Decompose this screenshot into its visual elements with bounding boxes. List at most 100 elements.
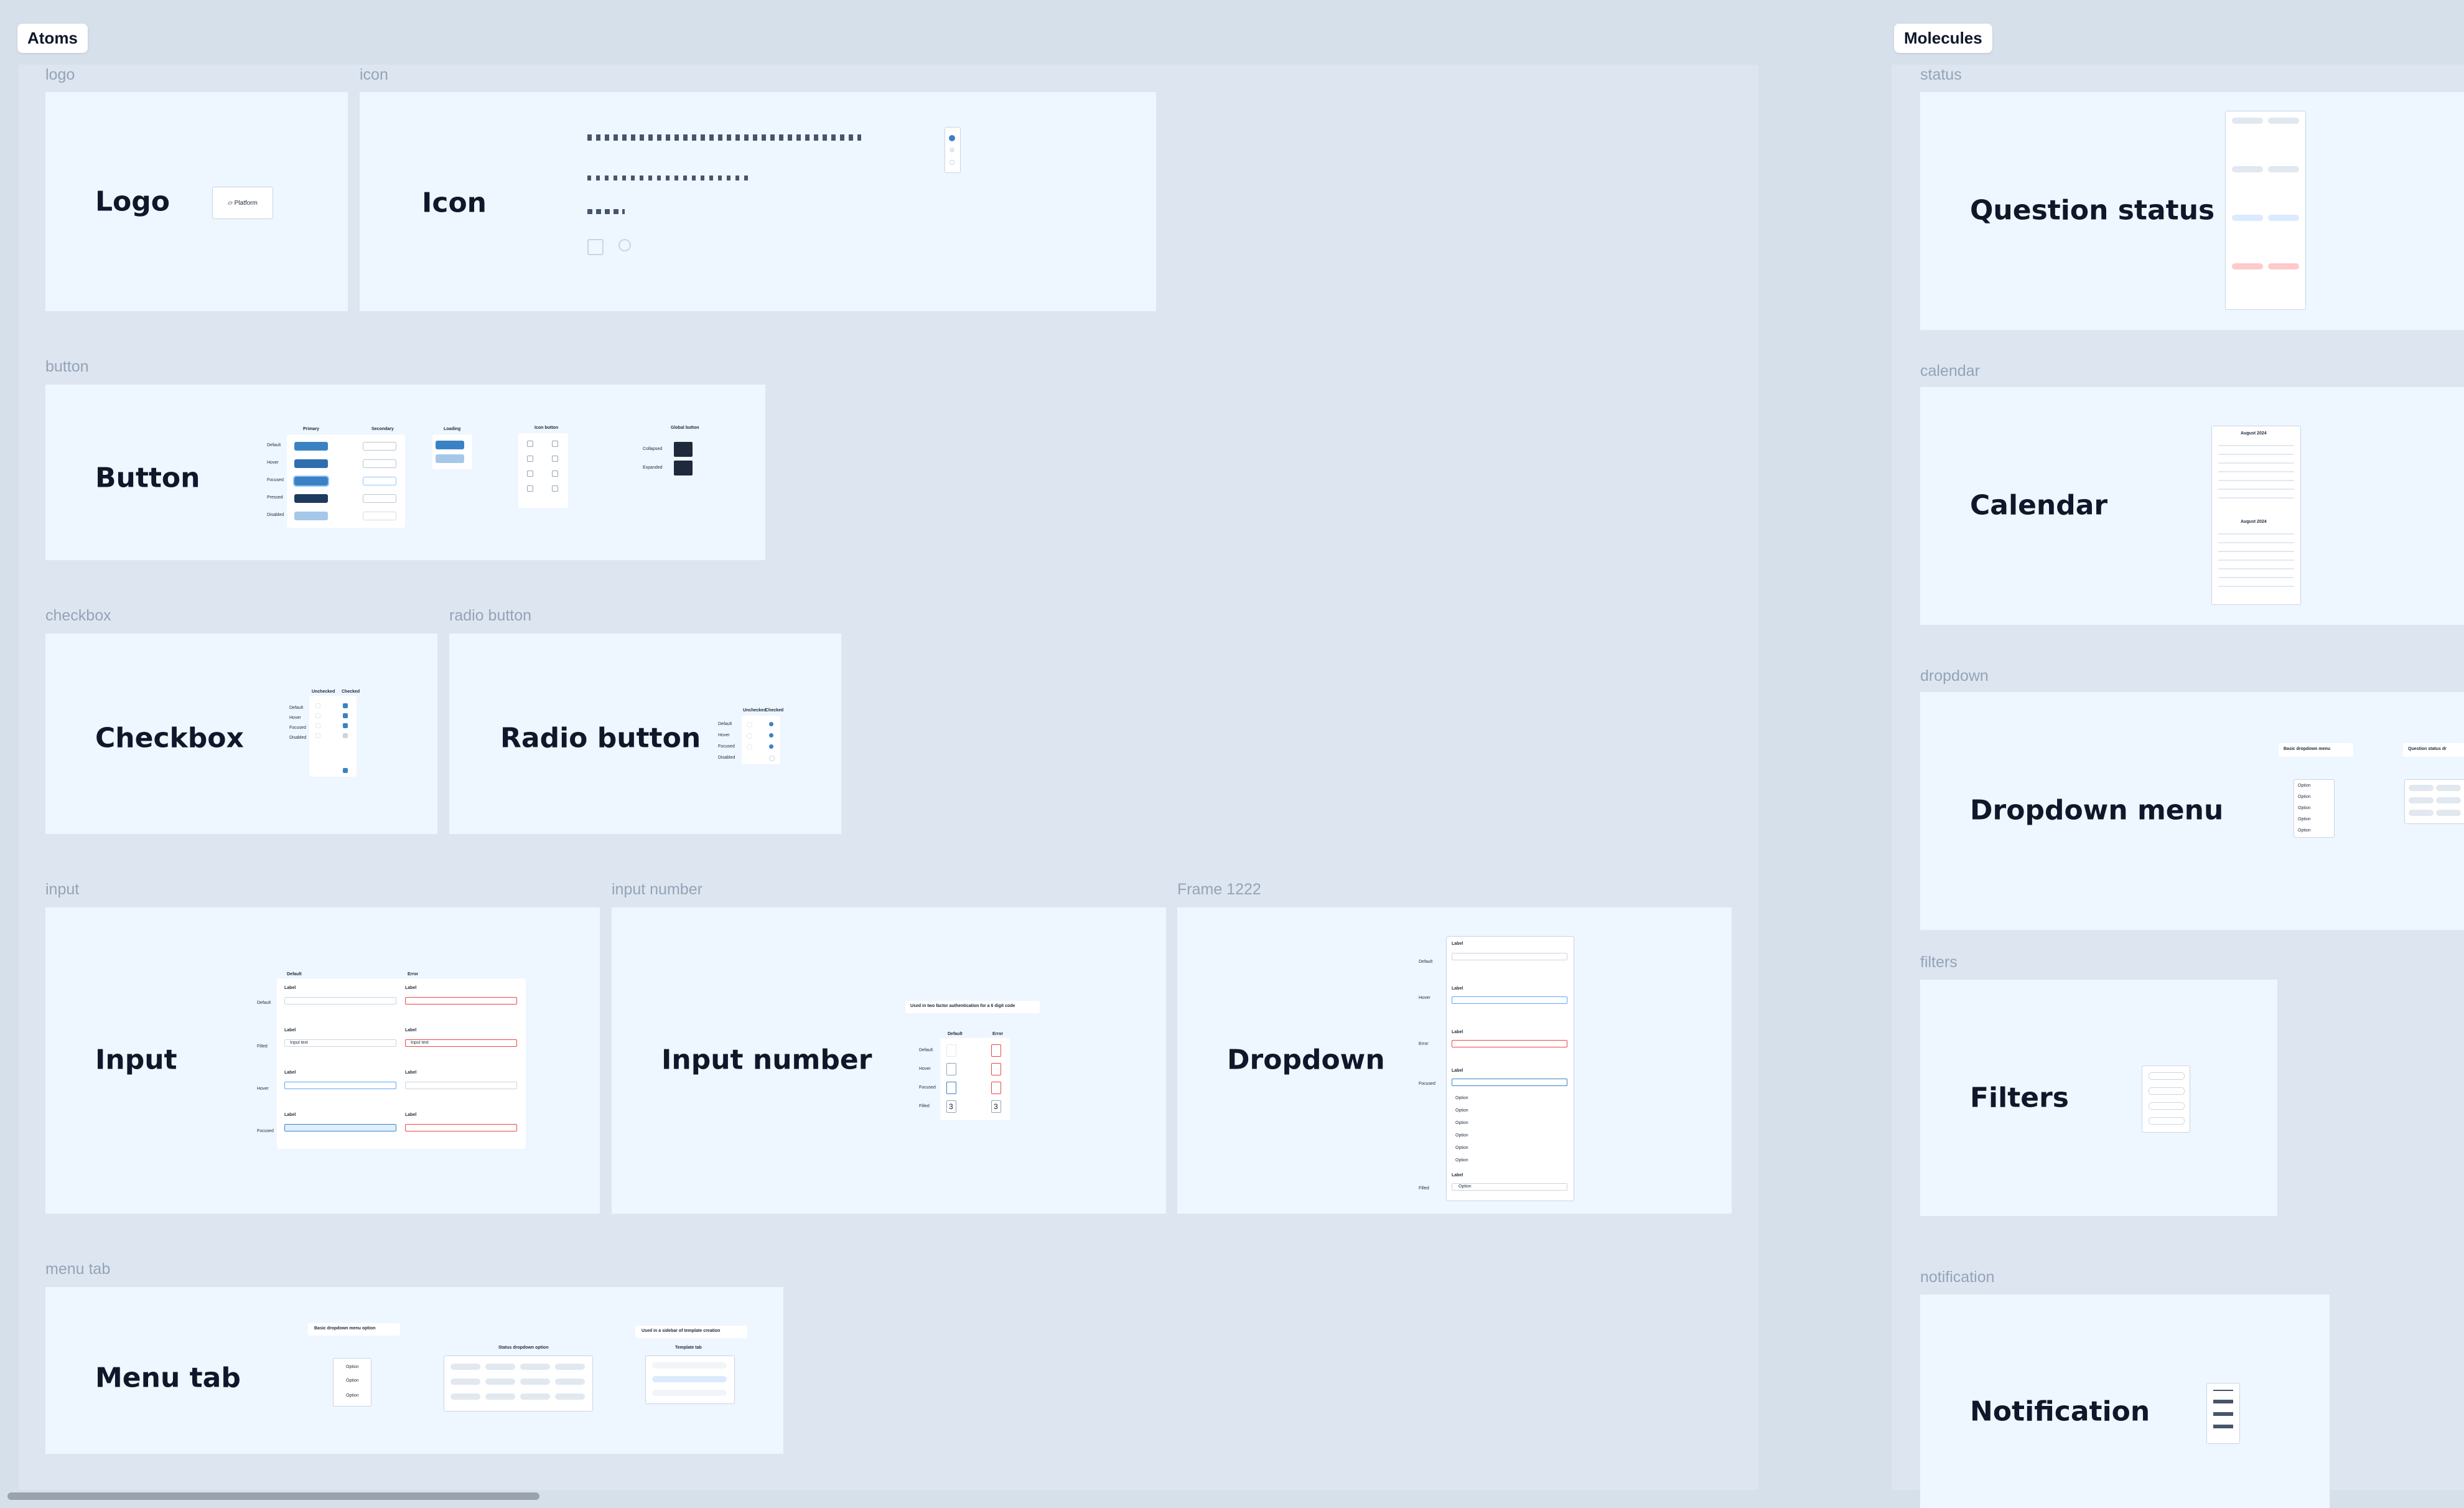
radio-checked[interactable] xyxy=(769,744,773,749)
dropdown-option[interactable]: Option xyxy=(2298,828,2311,833)
status-chip[interactable] xyxy=(2232,118,2263,124)
dropdown-option[interactable]: Option xyxy=(1455,1146,1468,1150)
input-field-hover-error[interactable] xyxy=(405,1082,517,1089)
dropdown-field-filled[interactable]: Option xyxy=(1452,1183,1567,1191)
digit-box-focused-error[interactable] xyxy=(991,1082,1001,1094)
dropdown-option[interactable]: Option xyxy=(2298,795,2311,799)
checkbox-checked[interactable] xyxy=(343,703,348,708)
frame-input[interactable]: Input Default Error Default Filled Hover… xyxy=(45,907,600,1214)
frame-checkbox[interactable]: Checkbox Unchecked Checked Default Hover… xyxy=(45,634,437,834)
frame-notification[interactable]: Notification xyxy=(1920,1295,2330,1508)
status-chip[interactable] xyxy=(2268,166,2299,172)
frame-dropdown-menu[interactable]: Dropdown menu Basic dropdown menu Option… xyxy=(1920,692,2464,930)
checkbox-unchecked[interactable] xyxy=(315,703,320,708)
primary-button-pressed[interactable] xyxy=(294,494,328,503)
checkbox-checked[interactable] xyxy=(343,723,348,728)
input-field-filled-error[interactable]: Input text xyxy=(405,1039,517,1047)
status-chip[interactable] xyxy=(485,1379,515,1385)
section-badge-atoms[interactable]: Atoms xyxy=(17,24,88,53)
digit-box-focused[interactable] xyxy=(946,1082,956,1094)
frame-radio[interactable]: Radio button Unchecked Checked Default H… xyxy=(449,634,841,834)
frame-logo[interactable]: Logo ▱ Platform xyxy=(45,92,348,311)
status-chip[interactable] xyxy=(485,1393,515,1400)
secondary-button-pressed[interactable] xyxy=(363,494,396,503)
status-chip[interactable] xyxy=(2232,215,2263,221)
primary-button-default[interactable] xyxy=(294,442,328,451)
frame-button[interactable]: Button Primary Secondary Default Hover F… xyxy=(45,385,765,560)
digit-box-filled-error[interactable]: 3 xyxy=(991,1100,1001,1113)
icon-button[interactable] xyxy=(552,441,558,447)
status-chip[interactable] xyxy=(2409,797,2434,803)
filter-chip[interactable] xyxy=(2149,1087,2185,1095)
input-field-filled[interactable]: Input text xyxy=(284,1039,396,1047)
checkbox-checked[interactable] xyxy=(343,713,348,718)
filter-chip[interactable] xyxy=(2149,1117,2185,1125)
template-tab[interactable] xyxy=(652,1362,727,1369)
primary-button-hover[interactable] xyxy=(294,459,328,468)
icon-button[interactable] xyxy=(527,441,533,447)
status-chip[interactable] xyxy=(2268,118,2299,124)
status-chip[interactable] xyxy=(2436,797,2461,803)
status-chip[interactable] xyxy=(2232,166,2263,172)
dropdown-option[interactable]: Option xyxy=(1455,1158,1468,1163)
dropdown-option[interactable]: Option xyxy=(2298,784,2311,788)
status-chip[interactable] xyxy=(2268,215,2299,221)
dropdown-field-focused[interactable] xyxy=(1452,1079,1567,1086)
digit-box-hover-error[interactable] xyxy=(991,1063,1001,1075)
status-chip[interactable] xyxy=(2436,810,2461,816)
status-chip[interactable] xyxy=(520,1393,550,1400)
input-field-default[interactable] xyxy=(284,997,396,1005)
dropdown-option[interactable]: Option xyxy=(1455,1133,1468,1138)
frame-dropdown-atom[interactable]: Dropdown Default Hover Error Focused Fil… xyxy=(1177,907,1732,1214)
status-chip[interactable] xyxy=(2409,785,2434,791)
frame-input-number[interactable]: Input number Used in two factor authenti… xyxy=(612,907,1166,1214)
checkbox-unchecked[interactable] xyxy=(315,713,320,718)
frame-calendar[interactable]: Calendar August 2024 August 2024 xyxy=(1920,387,2464,625)
status-chip[interactable] xyxy=(2436,785,2461,791)
frame-menu-tab[interactable]: Menu tab Basic dropdown menu option Opti… xyxy=(45,1287,783,1454)
input-field-hover[interactable] xyxy=(284,1082,396,1089)
status-chip[interactable] xyxy=(450,1364,480,1370)
icon-button[interactable] xyxy=(527,485,533,492)
icon-button[interactable] xyxy=(527,456,533,462)
status-chip[interactable] xyxy=(555,1379,585,1385)
dropdown-field-default[interactable] xyxy=(1452,953,1567,960)
input-field-focused-error[interactable] xyxy=(405,1124,517,1131)
status-chip[interactable] xyxy=(555,1393,585,1400)
radio-unchecked[interactable] xyxy=(747,733,752,739)
radio-checked[interactable] xyxy=(769,722,773,726)
status-chip[interactable] xyxy=(450,1379,480,1385)
status-chip[interactable] xyxy=(485,1364,515,1370)
dropdown-option[interactable]: Option xyxy=(2298,806,2311,810)
radio-unchecked[interactable] xyxy=(747,722,752,728)
global-button-collapsed[interactable] xyxy=(674,442,693,457)
digit-box-filled[interactable]: 3 xyxy=(946,1100,956,1113)
input-field-focused[interactable] xyxy=(284,1124,396,1131)
radio-unchecked[interactable] xyxy=(747,744,752,750)
checkbox-unchecked[interactable] xyxy=(315,723,320,728)
frame-question-status[interactable]: Question status xyxy=(1920,92,2464,330)
secondary-button-focused[interactable] xyxy=(363,477,396,485)
status-chip[interactable] xyxy=(520,1379,550,1385)
menu-option[interactable]: Option xyxy=(346,1379,359,1383)
horizontal-scrollbar-thumb[interactable] xyxy=(7,1492,539,1500)
template-tab-active[interactable] xyxy=(652,1376,727,1382)
status-chip[interactable] xyxy=(520,1364,550,1370)
icon-button[interactable] xyxy=(552,485,558,492)
radio-checked[interactable] xyxy=(769,733,773,738)
digit-box-default[interactable] xyxy=(946,1044,956,1057)
frame-filters[interactable]: Filters xyxy=(1920,980,2277,1216)
dropdown-option[interactable]: Option xyxy=(1455,1121,1468,1125)
filter-chip[interactable] xyxy=(2149,1072,2185,1080)
icon-button[interactable] xyxy=(552,471,558,477)
dropdown-option[interactable]: Option xyxy=(2298,817,2311,822)
menu-option[interactable]: Option xyxy=(346,1365,359,1369)
digit-box-hover[interactable] xyxy=(946,1063,956,1075)
digit-box-error[interactable] xyxy=(991,1044,1001,1057)
status-chip[interactable] xyxy=(555,1364,585,1370)
dropdown-option[interactable]: Option xyxy=(1455,1096,1468,1100)
global-button-expanded[interactable] xyxy=(674,461,693,475)
frame-icon[interactable]: Icon xyxy=(360,92,1156,311)
secondary-button-hover[interactable] xyxy=(363,459,396,468)
section-badge-molecules[interactable]: Molecules xyxy=(1894,24,1992,53)
